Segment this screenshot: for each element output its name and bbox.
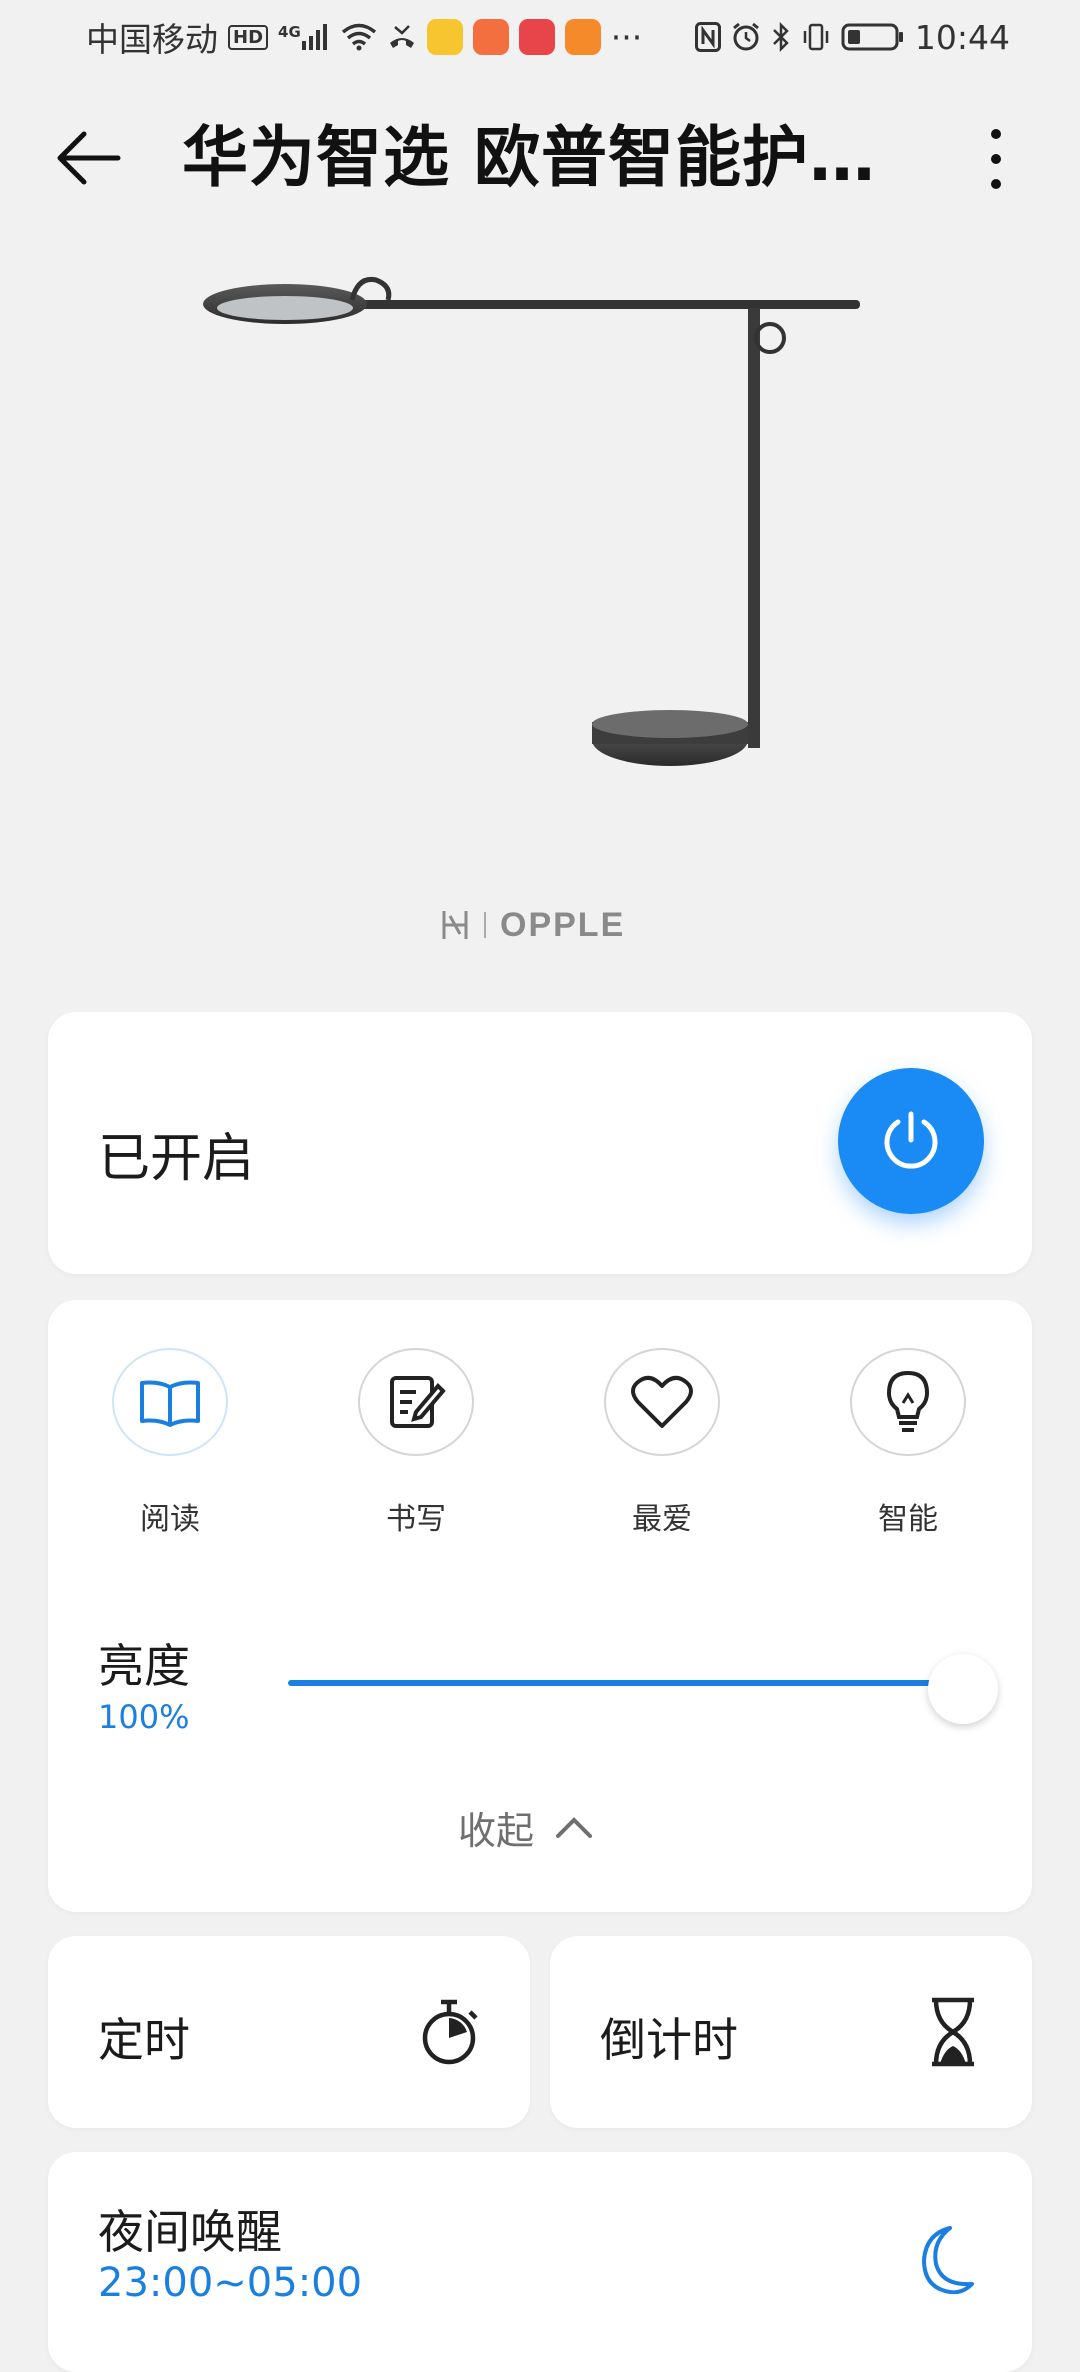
mode-brightness-card: 阅读 书写 最爱 智能 亮度 100% 收起: [48, 1300, 1032, 1912]
power-button[interactable]: [838, 1068, 984, 1214]
mode-label: 智能: [878, 1502, 938, 1537]
brand-logo: OPPLE: [440, 900, 660, 950]
collapse-label: 收起: [458, 1809, 535, 1853]
mode-favorite[interactable]: 最爱: [562, 1348, 762, 1538]
brightness-value: 100%: [98, 1698, 190, 1736]
huawei-hilink-icon: [442, 911, 468, 939]
hourglass-icon: [932, 1997, 974, 2067]
mode-reading[interactable]: 阅读: [70, 1348, 270, 1538]
vibrate-icon: [801, 22, 831, 52]
power-card: 已开启: [48, 1012, 1032, 1274]
book-icon: [140, 1380, 200, 1427]
mode-reading-button[interactable]: [112, 1348, 228, 1456]
bluetooth-icon: [771, 22, 791, 52]
battery-icon: [841, 22, 905, 52]
brightness-slider-track[interactable]: [288, 1680, 968, 1686]
weibo-app-icon: [426, 19, 463, 55]
health-app-icon: [472, 19, 509, 55]
night-wake-card[interactable]: 夜间唤醒 23:00~05:00: [48, 2152, 1032, 2372]
countdown-card[interactable]: 倒计时: [550, 1936, 1032, 2128]
mode-writing[interactable]: 书写: [316, 1348, 516, 1538]
mode-smart[interactable]: 智能: [808, 1348, 1008, 1538]
product-image: [180, 250, 900, 780]
mode-smart-button[interactable]: [850, 1348, 966, 1456]
arrow-left-icon[interactable]: [54, 128, 124, 188]
more-notifications-icon: ···: [610, 17, 643, 57]
stopwatch-icon: [422, 1999, 478, 2065]
timer-label: 定时: [98, 2013, 190, 2067]
brand-logo-text: OPPLE: [500, 905, 626, 944]
countdown-label: 倒计时: [600, 2013, 738, 2067]
page-title: 华为智选 欧普智能护眼台灯: [182, 119, 922, 196]
carrier-label: 中国移动: [86, 20, 218, 59]
brightness-label: 亮度: [98, 1639, 190, 1693]
mode-label: 最爱: [632, 1502, 692, 1537]
more-vertical-icon[interactable]: [976, 124, 1016, 194]
power-icon: [884, 1111, 938, 1169]
write-icon: [390, 1376, 446, 1428]
chevron-up-icon: [556, 1816, 593, 1838]
mode-label: 阅读: [140, 1502, 200, 1537]
clock-time: 10:44: [914, 17, 1010, 57]
night-wake-time: 23:00~05:00: [98, 2260, 363, 2306]
reader-app-icon: [518, 19, 555, 55]
video-app-icon: [564, 19, 601, 55]
signal-icon: 4G: [278, 23, 331, 51]
mode-label: 书写: [386, 1502, 446, 1537]
wifi-icon: [341, 23, 377, 51]
brand-divider: [484, 912, 486, 938]
power-status-label: 已开启: [98, 1129, 255, 1189]
bulb-icon: [886, 1370, 930, 1432]
mode-writing-button[interactable]: [358, 1348, 474, 1456]
timer-card[interactable]: 定时: [48, 1936, 530, 2128]
mode-favorite-button[interactable]: [604, 1348, 720, 1456]
hd-icon: HD: [228, 24, 269, 50]
moon-icon: [922, 2226, 974, 2294]
nfc-icon: [694, 22, 721, 52]
brightness-slider-thumb[interactable]: [928, 1654, 998, 1724]
heart-icon: [631, 1375, 693, 1428]
night-wake-label: 夜间唤醒: [98, 2205, 282, 2259]
missed-call-icon: [387, 23, 417, 51]
top-app-bar: 华为智选 欧普智能护眼台灯: [0, 108, 1080, 208]
collapse-button[interactable]: 收起: [458, 1800, 594, 1855]
status-bar: 中国移动 HD 4G ··· 10:44: [0, 0, 1080, 74]
alarm-icon: [731, 22, 761, 52]
